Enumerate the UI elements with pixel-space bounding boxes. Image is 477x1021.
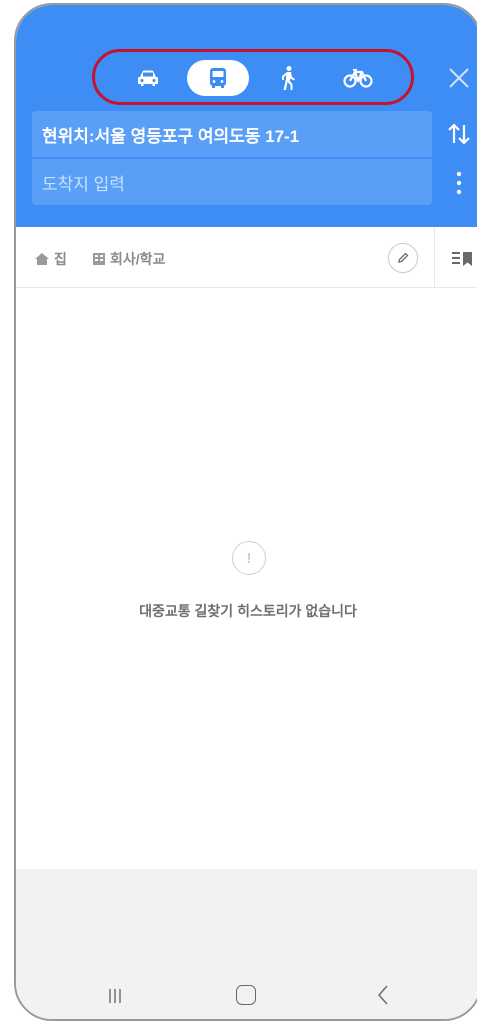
walk-icon — [282, 66, 295, 90]
home-button[interactable] — [236, 985, 256, 1005]
home-icon — [35, 253, 49, 265]
favorite-work-school[interactable]: 회사/학교 — [92, 249, 165, 269]
divider — [434, 227, 435, 288]
bus-icon — [210, 68, 226, 88]
mode-bike-button[interactable] — [327, 60, 389, 96]
empty-history-message: 대중교통 길찾기 히스토리가 없습니다 — [139, 603, 357, 619]
mode-car-button[interactable] — [117, 60, 179, 96]
destination-placeholder: 도착지 입력 — [42, 174, 125, 194]
close-icon[interactable] — [444, 63, 474, 93]
edit-favorites-button[interactable] — [388, 243, 418, 273]
origin-field[interactable]: 현위치:서울 영등포구 여의도동 17-1 — [32, 111, 432, 157]
back-icon[interactable] — [376, 983, 390, 1007]
transport-mode-selector — [92, 49, 414, 105]
origin-text: 현위치:서울 영등포구 여의도동 17-1 — [42, 126, 300, 146]
favorites-bar: 집 회사/학교 — [16, 227, 477, 288]
destination-input[interactable]: 도착지 입력 — [32, 159, 432, 205]
mode-walk-button[interactable] — [257, 60, 319, 96]
route-search-header: 현위치:서울 영등포구 여의도동 17-1 도착지 입력 — [16, 5, 477, 227]
phone-screen: 현위치:서울 영등포구 여의도동 17-1 도착지 입력 집 회사/학교 ! 대… — [14, 3, 477, 1021]
building-icon — [93, 253, 105, 265]
swap-icon[interactable] — [446, 121, 472, 147]
mode-bus-button[interactable] — [187, 60, 249, 96]
car-icon — [138, 70, 158, 86]
work-school-label: 회사/학교 — [110, 251, 166, 267]
alert-icon: ! — [232, 541, 266, 575]
bike-icon — [343, 68, 373, 88]
home-label: 집 — [54, 251, 67, 267]
pencil-icon — [398, 252, 409, 263]
more-vertical-icon[interactable] — [453, 169, 465, 197]
favorite-home[interactable]: 집 — [34, 249, 67, 269]
recent-apps-icon[interactable] — [108, 987, 122, 1005]
bookmark-list-icon[interactable] — [450, 247, 474, 269]
